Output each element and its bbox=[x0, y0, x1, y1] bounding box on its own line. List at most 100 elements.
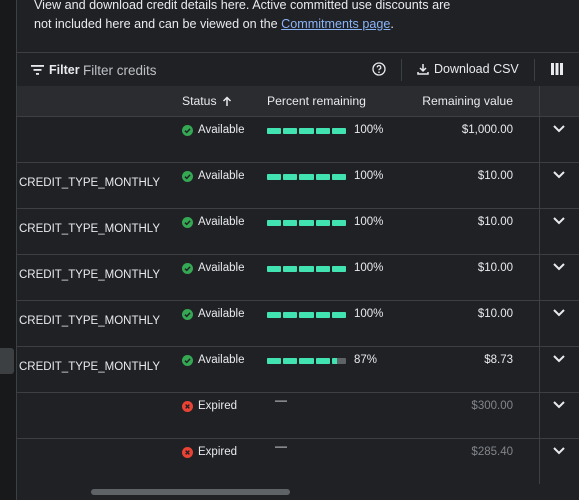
bar-segment-fill bbox=[331, 128, 347, 134]
percent-label: 100% bbox=[354, 216, 384, 228]
bar-segment-fill bbox=[315, 312, 330, 318]
bar-segment-fill bbox=[315, 358, 330, 364]
bar-segment-fill bbox=[283, 174, 298, 180]
horizontal-scrollbar[interactable] bbox=[17, 484, 579, 500]
bar-segment-fill bbox=[331, 266, 347, 272]
bar-segment-fill bbox=[267, 358, 282, 364]
table-row[interactable]: fit - CREDIT_TYPE_MONTHLY Available 87% $8.… bbox=[17, 346, 579, 393]
status-cell: Expired bbox=[182, 446, 237, 458]
bar-segment-fill bbox=[315, 174, 330, 180]
column-divider bbox=[539, 208, 540, 254]
sort-ascending-arrow-icon bbox=[222, 95, 231, 106]
bar-segment bbox=[299, 174, 314, 180]
bar-segment bbox=[315, 220, 330, 226]
table-row[interactable]: Expired — $285.40 bbox=[17, 438, 579, 485]
percent-remaining-bar bbox=[267, 358, 347, 364]
filter-icon bbox=[31, 65, 44, 75]
status-cell: Available bbox=[182, 308, 244, 320]
bar-segment bbox=[283, 266, 298, 272]
percent-label: 87% bbox=[354, 354, 378, 366]
status-label: Expired bbox=[198, 400, 237, 412]
help-circle-icon[interactable] bbox=[372, 62, 386, 76]
bar-segment bbox=[299, 128, 314, 134]
error-circle-icon bbox=[182, 400, 193, 412]
bar-segment bbox=[267, 358, 282, 364]
status-label: Available bbox=[198, 308, 245, 320]
column-divider bbox=[539, 346, 540, 392]
status-label: Available bbox=[198, 354, 245, 366]
bar-segment bbox=[299, 358, 314, 364]
check-circle-icon bbox=[182, 308, 193, 320]
download-csv-button[interactable]: Download CSV bbox=[417, 62, 519, 76]
remaining-value-cell: $10.00 bbox=[477, 308, 513, 320]
credit-name-cell: fit - CREDIT_TYPE_MONTHLY bbox=[17, 269, 160, 281]
table-row[interactable]: fit - CREDIT_TYPE_MONTHLY Available 100% $1… bbox=[17, 254, 579, 301]
status-cell: Available bbox=[182, 124, 244, 136]
bar-segment bbox=[267, 312, 282, 318]
filter-button[interactable]: Filter bbox=[31, 62, 80, 78]
bar-segment bbox=[299, 220, 314, 226]
status-label: Available bbox=[198, 216, 245, 228]
bar-segment-fill bbox=[315, 128, 330, 134]
scrollbar-thumb[interactable] bbox=[91, 489, 290, 495]
bar-segment bbox=[283, 174, 298, 180]
check-circle-icon bbox=[182, 216, 193, 228]
bar-segment bbox=[315, 312, 330, 318]
column-divider bbox=[539, 254, 540, 300]
percent-label: 100% bbox=[354, 170, 384, 182]
filter-label: Filter bbox=[49, 63, 80, 77]
table-row[interactable]: fit - CREDIT_TYPE_MONTHLY Available 100% $1… bbox=[17, 208, 579, 255]
table-row[interactable]: fit - CREDIT_TYPE_MONTHLY Available 100% $1… bbox=[17, 162, 579, 209]
chevron-down-icon[interactable] bbox=[553, 401, 565, 409]
column-divider bbox=[539, 116, 540, 162]
filter-credits-input[interactable] bbox=[83, 60, 263, 80]
table-row[interactable]: fit - CREDIT_TYPE_MONTHLY Available 100% $1… bbox=[17, 300, 579, 347]
status-column-header[interactable]: Status bbox=[182, 94, 232, 108]
check-circle-icon bbox=[182, 124, 193, 136]
remaining-value-column-header[interactable]: Remaining value bbox=[422, 94, 513, 108]
bar-segment-fill bbox=[283, 312, 298, 318]
bar-segment bbox=[331, 358, 347, 364]
table-header-row: Status Percent remaining Remaining value bbox=[17, 86, 579, 117]
bar-segment bbox=[299, 266, 314, 272]
chevron-down-icon[interactable] bbox=[553, 217, 565, 225]
percent-label: 100% bbox=[354, 124, 384, 136]
percent-remaining-column-header[interactable]: Percent remaining bbox=[267, 94, 366, 108]
bar-segment-fill bbox=[267, 266, 282, 272]
percent-label: 100% bbox=[354, 308, 384, 320]
table-row[interactable]: Available 100% $1,000.00 bbox=[17, 116, 579, 163]
credit-name-cell: fit - CREDIT_TYPE_MONTHLY bbox=[17, 177, 160, 189]
bar-segment-fill bbox=[331, 174, 347, 180]
bar-segment-fill bbox=[267, 312, 282, 318]
bar-segment bbox=[315, 358, 330, 364]
bar-segment-fill bbox=[299, 312, 314, 318]
bar-segment bbox=[315, 266, 330, 272]
bar-segment bbox=[283, 358, 298, 364]
column-divider bbox=[539, 86, 540, 116]
bar-segment-fill bbox=[283, 220, 298, 226]
table-row[interactable]: Expired — $300.00 bbox=[17, 392, 579, 439]
percent-empty-dash: — bbox=[275, 439, 287, 453]
percent-remaining-bar bbox=[267, 312, 347, 318]
bar-segment-fill bbox=[331, 312, 347, 318]
bar-segment-fill bbox=[315, 220, 330, 226]
chevron-down-icon[interactable] bbox=[553, 263, 565, 271]
chevron-down-icon[interactable] bbox=[553, 355, 565, 363]
commitments-page-link[interactable]: Commitments page bbox=[281, 17, 390, 31]
remaining-value-cell: $10.00 bbox=[477, 170, 513, 182]
chevron-down-icon[interactable] bbox=[553, 309, 565, 317]
download-csv-label: Download CSV bbox=[434, 62, 519, 76]
column-display-icon[interactable] bbox=[551, 62, 563, 76]
percent-empty-dash: — bbox=[275, 393, 287, 407]
credits-description: View and download credit details here. A… bbox=[34, 0, 454, 34]
chevron-down-icon[interactable] bbox=[553, 447, 565, 455]
status-label: Expired bbox=[198, 446, 237, 458]
chevron-down-icon[interactable] bbox=[553, 125, 565, 133]
status-cell: Available bbox=[182, 170, 244, 182]
bar-segment bbox=[331, 174, 347, 180]
bar-segment bbox=[331, 266, 347, 272]
status-cell: Available bbox=[182, 262, 244, 274]
chevron-down-icon[interactable] bbox=[553, 171, 565, 179]
remaining-value-cell: $8.73 bbox=[484, 354, 513, 366]
bar-segment bbox=[283, 312, 298, 318]
